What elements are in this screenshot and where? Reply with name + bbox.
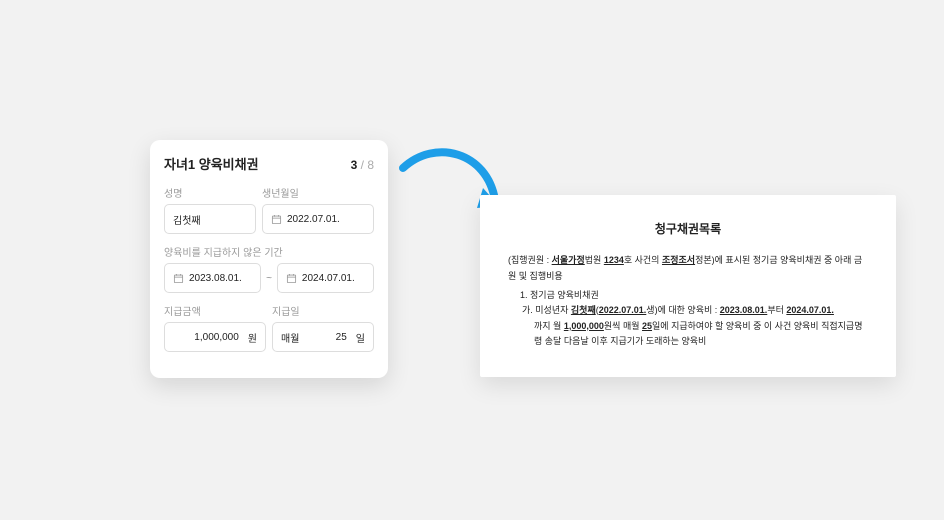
doc-item1a-mid: 부터 <box>767 305 786 315</box>
doc-body: (집행권원 : 서울가정법원 1234호 사건의 조정조서정본)에 표시된 정기… <box>508 253 868 349</box>
doc-item1a-name: 김첫째 <box>571 305 596 315</box>
period-tilde: ~ <box>266 273 272 284</box>
amount-suffix: 원 <box>248 330 257 345</box>
doc-item1a-c1: 까지 월 <box>534 321 564 331</box>
doc-item-1a-cont: 까지 월 1,000,000원씩 매월 25일에 지급하여야 할 양육비 중 이… <box>508 319 868 350</box>
payday-suffix: 일 <box>356 330 365 345</box>
doc-title: 청구채권목록 <box>508 219 868 239</box>
label-payday: 지급일 <box>272 303 374 318</box>
period-end-input[interactable]: 2024.07.01. <box>277 263 374 293</box>
calendar-icon <box>271 214 282 225</box>
label-dob: 생년월일 <box>262 185 374 200</box>
claim-document-card: 청구채권목록 (집행권원 : 서울가정법원 1234호 사건의 조정조서정본)에… <box>480 195 896 377</box>
period-start-input[interactable]: 2023.08.01. <box>164 263 261 293</box>
doc-item-1a: 가. 미성년자 김첫째(2022.07.01.생)에 대한 양육비 : 2023… <box>508 303 868 318</box>
payday-input[interactable]: 매월 25 일 <box>272 322 374 352</box>
payday-prefix: 매월 <box>281 330 299 345</box>
doc-item1a-amount: 1,000,000 <box>564 321 604 331</box>
doc-intro-doctype: 조정조서 <box>662 255 695 265</box>
dob-value: 2022.07.01. <box>287 214 340 225</box>
doc-intro: (집행권원 : 서울가정법원 1234호 사건의 조정조서정본)에 표시된 정기… <box>508 253 868 284</box>
doc-item1a-dob: 2022.07.01. <box>599 305 647 315</box>
doc-intro-court: 서울가정 <box>552 255 585 265</box>
doc-item-1: 1. 정기금 양육비채권 <box>508 288 868 303</box>
doc-item1a-c2: 원씩 매월 <box>604 321 642 331</box>
label-name: 성명 <box>164 185 256 200</box>
payday-value: 25 <box>336 332 347 343</box>
form-header: 자녀1 양육비채권 3 / 8 <box>164 154 374 173</box>
doc-item1a-end: 2024.07.01. <box>786 305 834 315</box>
child-support-form-card: 자녀1 양육비채권 3 / 8 성명 김첫째 생년월일 2022.07.01. … <box>150 140 388 378</box>
label-unpaid-period: 양육비를 지급하지 않은 기간 <box>164 244 374 259</box>
step-total: / 8 <box>357 158 374 172</box>
doc-intro-prefix: (집행권원 : <box>508 255 552 265</box>
doc-item1a-pclose: 생)에 대한 양육비 : <box>646 305 719 315</box>
step-indicator: 3 / 8 <box>351 158 374 172</box>
dob-input[interactable]: 2022.07.01. <box>262 204 374 234</box>
label-amount: 지급금액 <box>164 303 266 318</box>
calendar-icon <box>286 273 297 284</box>
amount-value: 1,000,000 <box>194 332 239 343</box>
doc-intro-mid2: 호 사건의 <box>624 255 662 265</box>
name-value: 김첫째 <box>173 212 201 227</box>
calendar-icon <box>173 273 184 284</box>
period-start-value: 2023.08.01. <box>189 273 242 284</box>
doc-item1a-prefix: 가. 미성년자 <box>522 305 571 315</box>
period-end-value: 2024.07.01. <box>302 273 355 284</box>
doc-intro-mid1: 법원 <box>585 255 604 265</box>
doc-intro-caseno: 1234 <box>604 255 624 265</box>
form-title: 자녀1 양육비채권 <box>164 154 259 173</box>
amount-input[interactable]: 1,000,000 원 <box>164 322 266 352</box>
doc-item1a-day: 25 <box>642 321 652 331</box>
doc-item1a-start: 2023.08.01. <box>720 305 768 315</box>
name-input[interactable]: 김첫째 <box>164 204 256 234</box>
